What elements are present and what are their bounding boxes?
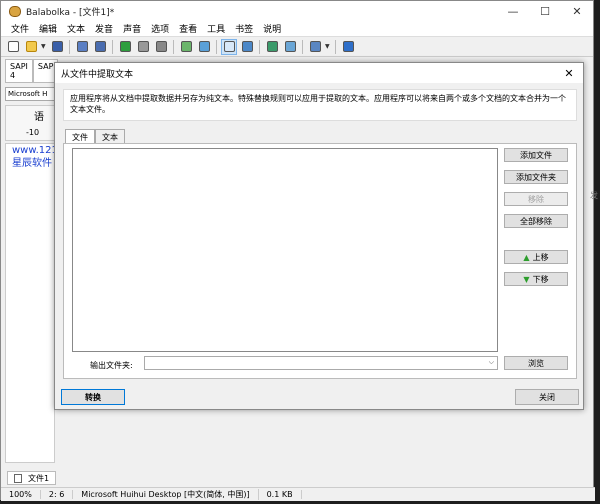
minimize-icon[interactable]: — xyxy=(497,1,529,21)
text-line: www.121x xyxy=(12,145,64,156)
extract-text-dialog: 从文件中提取文本 ✕ 应用程序将从文档中提取数据并另存为纯文本。特殊替换规则可以… xyxy=(54,62,584,410)
toolbar: ▼ ▼ xyxy=(1,37,593,57)
title-bar: Balabolka - [文件1]* — ☐ ✕ xyxy=(1,1,593,21)
menu-edit[interactable]: 编辑 xyxy=(34,22,62,35)
play-icon[interactable] xyxy=(117,39,133,55)
remove-button[interactable]: 移除 xyxy=(504,192,568,206)
arrow-up-icon: ▲ xyxy=(523,252,530,262)
document-icon xyxy=(14,473,22,483)
voice-select[interactable]: Microsoft H xyxy=(5,87,55,101)
stop-icon[interactable] xyxy=(153,39,169,55)
rate-group: 语 -10 xyxy=(5,105,55,141)
text-line: 星辰软件 xyxy=(12,158,52,169)
remove-all-button[interactable]: 全部移除 xyxy=(504,214,568,228)
toolbar-separator xyxy=(173,39,174,54)
status-size: 0.1 KB xyxy=(259,490,302,499)
menu-bookmarks[interactable]: 书签 xyxy=(230,22,258,35)
voice-settings-icon[interactable] xyxy=(307,39,323,55)
open-folder-icon[interactable] xyxy=(23,39,39,55)
browse-button[interactable]: 浏览 xyxy=(504,356,568,370)
app-icon xyxy=(9,5,21,17)
pause-icon[interactable] xyxy=(135,39,151,55)
open-dropdown-icon[interactable]: ▼ xyxy=(41,43,47,50)
dialog-description: 应用程序将从文档中提取数据并另存为纯文本。特殊替换规则可以应用于提取的文本。应用… xyxy=(63,89,577,121)
window-title: Balabolka - [文件1]* xyxy=(26,7,115,18)
save-audio-icon[interactable] xyxy=(74,39,90,55)
menu-pronunciation[interactable]: 发音 xyxy=(90,22,118,35)
menu-tools[interactable]: 工具 xyxy=(202,22,230,35)
output-folder-input[interactable]: ⌵ xyxy=(144,356,498,370)
tab-sapi4[interactable]: SAPI 4 xyxy=(5,59,33,83)
rate-label: 语 xyxy=(34,112,44,123)
spell-check-icon[interactable] xyxy=(264,39,280,55)
dictionary-icon[interactable] xyxy=(282,39,298,55)
save-icon[interactable] xyxy=(49,39,65,55)
output-folder-label: 输出文件夹: xyxy=(90,361,133,370)
toolbar-separator xyxy=(335,39,336,54)
menu-file[interactable]: 文件 xyxy=(6,22,34,35)
move-down-label: 下移 xyxy=(532,274,549,284)
move-up-button[interactable]: ▲ 上移 xyxy=(504,250,568,264)
add-folder-button[interactable]: 添加文件夹 xyxy=(504,170,568,184)
batch-convert-icon[interactable] xyxy=(239,39,255,55)
toolbar-separator xyxy=(69,39,70,54)
dialog-title: 从文件中提取文本 xyxy=(61,69,134,80)
text-editor[interactable]: www.121x 星辰软件 xyxy=(5,143,64,463)
files-tab-panel: 添加文件 添加文件夹 移除 全部移除 ▲ 上移 ▼ 下移 输出文件夹: ⌵ 浏览 xyxy=(63,143,577,379)
new-file-icon[interactable] xyxy=(5,39,21,55)
maximize-icon[interactable]: ☐ xyxy=(529,1,561,21)
chevron-down-icon[interactable]: ⌵ xyxy=(489,358,494,367)
arrow-down-icon: ▼ xyxy=(523,274,530,284)
menu-voice[interactable]: 声音 xyxy=(118,22,146,35)
background-text: 发 xyxy=(590,191,598,200)
read-file-icon[interactable] xyxy=(196,39,212,55)
status-position: 2: 6 xyxy=(41,490,74,499)
add-file-button[interactable]: 添加文件 xyxy=(504,148,568,162)
menu-help[interactable]: 说明 xyxy=(258,22,286,35)
close-icon[interactable]: ✕ xyxy=(561,1,593,21)
menu-text[interactable]: 文本 xyxy=(62,22,90,35)
document-tab-label: 文件1 xyxy=(28,473,50,483)
file-list[interactable] xyxy=(72,148,498,352)
toolbar-separator xyxy=(216,39,217,54)
rate-value: -10 xyxy=(26,128,40,137)
status-voice: Microsoft Huihui Desktop [中文(简体, 中国)] xyxy=(73,489,259,500)
menu-view[interactable]: 查看 xyxy=(174,22,202,35)
save-audio-split-icon[interactable] xyxy=(92,39,108,55)
document-tab[interactable]: 文件1 xyxy=(7,471,57,485)
move-up-label: 上移 xyxy=(532,252,549,262)
toolbar-separator xyxy=(112,39,113,54)
move-down-button[interactable]: ▼ 下移 xyxy=(504,272,568,286)
menu-options[interactable]: 选项 xyxy=(146,22,174,35)
menu-bar: 文件 编辑 文本 发音 声音 选项 查看 工具 书签 说明 xyxy=(1,21,593,37)
dialog-close-icon[interactable]: ✕ xyxy=(555,67,583,80)
help-icon[interactable] xyxy=(340,39,356,55)
extract-text-icon[interactable] xyxy=(221,38,237,55)
close-button[interactable]: 关闭 xyxy=(515,389,579,405)
status-bar: 100% 2: 6 Microsoft Huihui Desktop [中文(简… xyxy=(1,487,595,501)
toolbar-separator xyxy=(259,39,260,54)
read-clipboard-icon[interactable] xyxy=(178,39,194,55)
voice-dropdown-icon[interactable]: ▼ xyxy=(325,43,331,50)
dialog-title-bar: 从文件中提取文本 ✕ xyxy=(55,63,583,83)
convert-button[interactable]: 转换 xyxy=(61,389,125,405)
toolbar-separator xyxy=(302,39,303,54)
status-zoom: 100% xyxy=(1,490,41,499)
